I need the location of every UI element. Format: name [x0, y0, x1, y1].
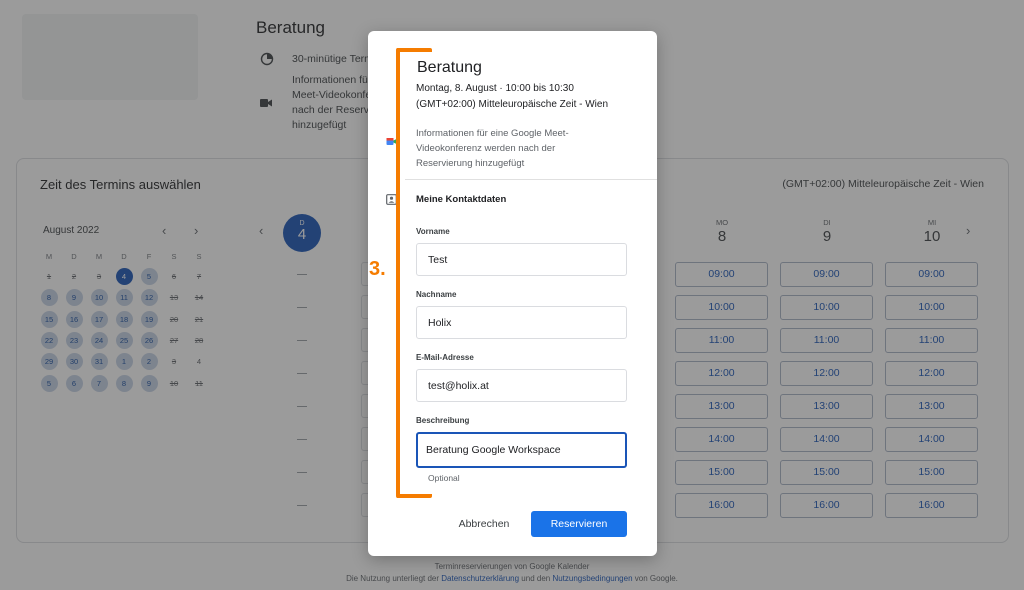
description-hint: Optional [428, 473, 460, 483]
dialog-divider [405, 179, 657, 180]
reserve-button[interactable]: Reservieren [531, 511, 627, 537]
email-input[interactable] [416, 369, 627, 402]
first-name-input[interactable] [416, 243, 627, 276]
dialog-meet-info: Informationen für eine Google Meet-Video… [416, 128, 569, 169]
last-name-input[interactable] [416, 306, 627, 339]
annotation-step-number: 3. [369, 258, 386, 280]
cancel-button[interactable]: Abbrechen [444, 512, 524, 536]
annotation-bracket [396, 48, 432, 498]
dialog-datetime: Montag, 8. August · 10:00 bis 10:30 (GMT… [416, 83, 609, 110]
description-input[interactable] [416, 432, 627, 468]
